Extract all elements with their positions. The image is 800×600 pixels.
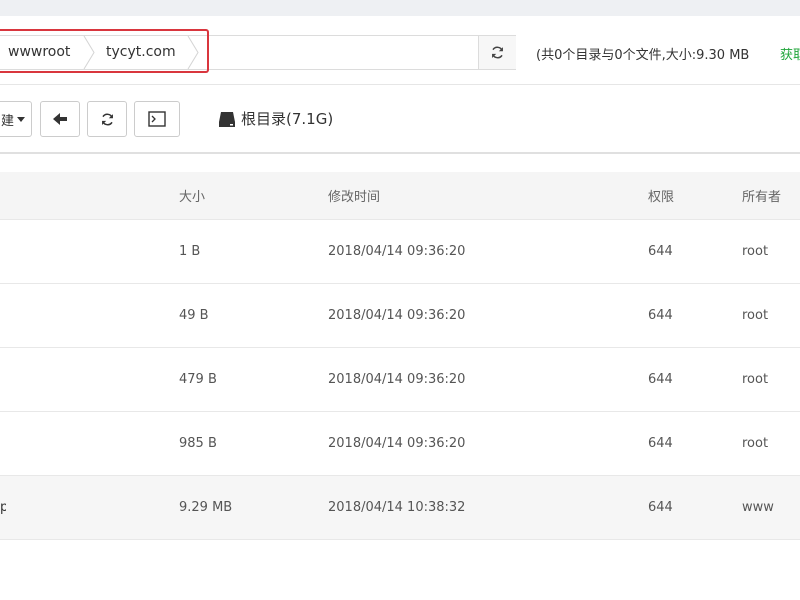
file-permission[interactable]: 644 [648,412,673,475]
column-header-mtime[interactable]: 修改时间 [328,172,380,220]
breadcrumb-wwwroot[interactable]: wwwroot [8,36,70,69]
terminal-button[interactable] [134,101,180,137]
file-permission[interactable]: 644 [648,476,673,539]
top-strip [0,0,800,16]
file-permission[interactable]: 644 [648,284,673,347]
divider [0,84,800,85]
table-row[interactable]: 1 B 2018/04/14 09:36:20 644 root [0,220,800,284]
file-table-header: 大小 修改时间 权限 所有者 [0,172,800,220]
file-owner[interactable]: root [742,220,768,283]
file-mtime: 2018/04/14 09:36:20 [328,372,466,387]
file-name[interactable] [0,220,6,283]
breadcrumb-tycyt[interactable]: tycyt.com [106,36,176,69]
file-name[interactable]: p [0,476,6,539]
disk-label: 根目录(7.1G) [241,110,334,128]
table-row[interactable]: p 9.29 MB 2018/04/14 10:38:32 644 www [0,476,800,540]
file-size: 49 B [179,308,209,323]
new-dropdown-label: 建 [0,113,14,129]
arrow-left-icon [53,113,67,125]
refresh-icon [492,46,503,59]
file-mtime: 2018/04/14 10:38:32 [328,500,466,515]
file-permission[interactable]: 644 [648,348,673,411]
column-header-size[interactable]: 大小 [179,172,205,220]
caret-down-icon [17,116,25,122]
table-row[interactable]: 479 B 2018/04/14 09:36:20 644 root [0,348,800,412]
get-size-link[interactable]: 获取 [780,44,800,63]
breadcrumb-separator-icon [82,36,96,69]
column-header-owner[interactable]: 所有者 [742,172,781,220]
file-mtime: 2018/04/14 09:36:20 [328,308,466,323]
column-header-permission[interactable]: 权限 [648,172,674,220]
breadcrumb-separator-icon [186,36,200,69]
divider [0,152,800,154]
path-refresh-button[interactable] [478,36,516,69]
back-button[interactable] [40,101,80,137]
path-bar[interactable]: wwwroot tycyt.com [0,35,516,70]
hard-drive-icon [219,112,235,127]
file-name[interactable] [0,348,6,411]
root-disk[interactable]: 根目录(7.1G) [218,108,333,130]
file-owner[interactable]: root [742,284,768,347]
file-mtime: 2018/04/14 09:36:20 [328,436,466,451]
file-name[interactable] [0,284,6,347]
file-size: 985 B [179,436,217,451]
file-owner[interactable]: root [742,348,768,411]
refresh-button[interactable] [87,101,127,137]
table-row[interactable]: 49 B 2018/04/14 09:36:20 644 root [0,284,800,348]
table-row[interactable]: 985 B 2018/04/14 09:36:20 644 root [0,412,800,476]
file-name[interactable] [0,412,6,475]
file-owner[interactable]: www [742,476,774,539]
refresh-icon [101,113,113,125]
terminal-icon [148,111,166,127]
file-owner[interactable]: root [742,412,768,475]
new-dropdown-button[interactable]: 建 [0,101,32,137]
file-size: 479 B [179,372,217,387]
file-mtime: 2018/04/14 09:36:20 [328,244,466,259]
directory-summary: (共0个目录与0个文件,大小:9.30 MB [536,48,750,63]
file-permission[interactable]: 644 [648,220,673,283]
file-size: 9.29 MB [179,500,233,515]
file-size: 1 B [179,244,201,259]
